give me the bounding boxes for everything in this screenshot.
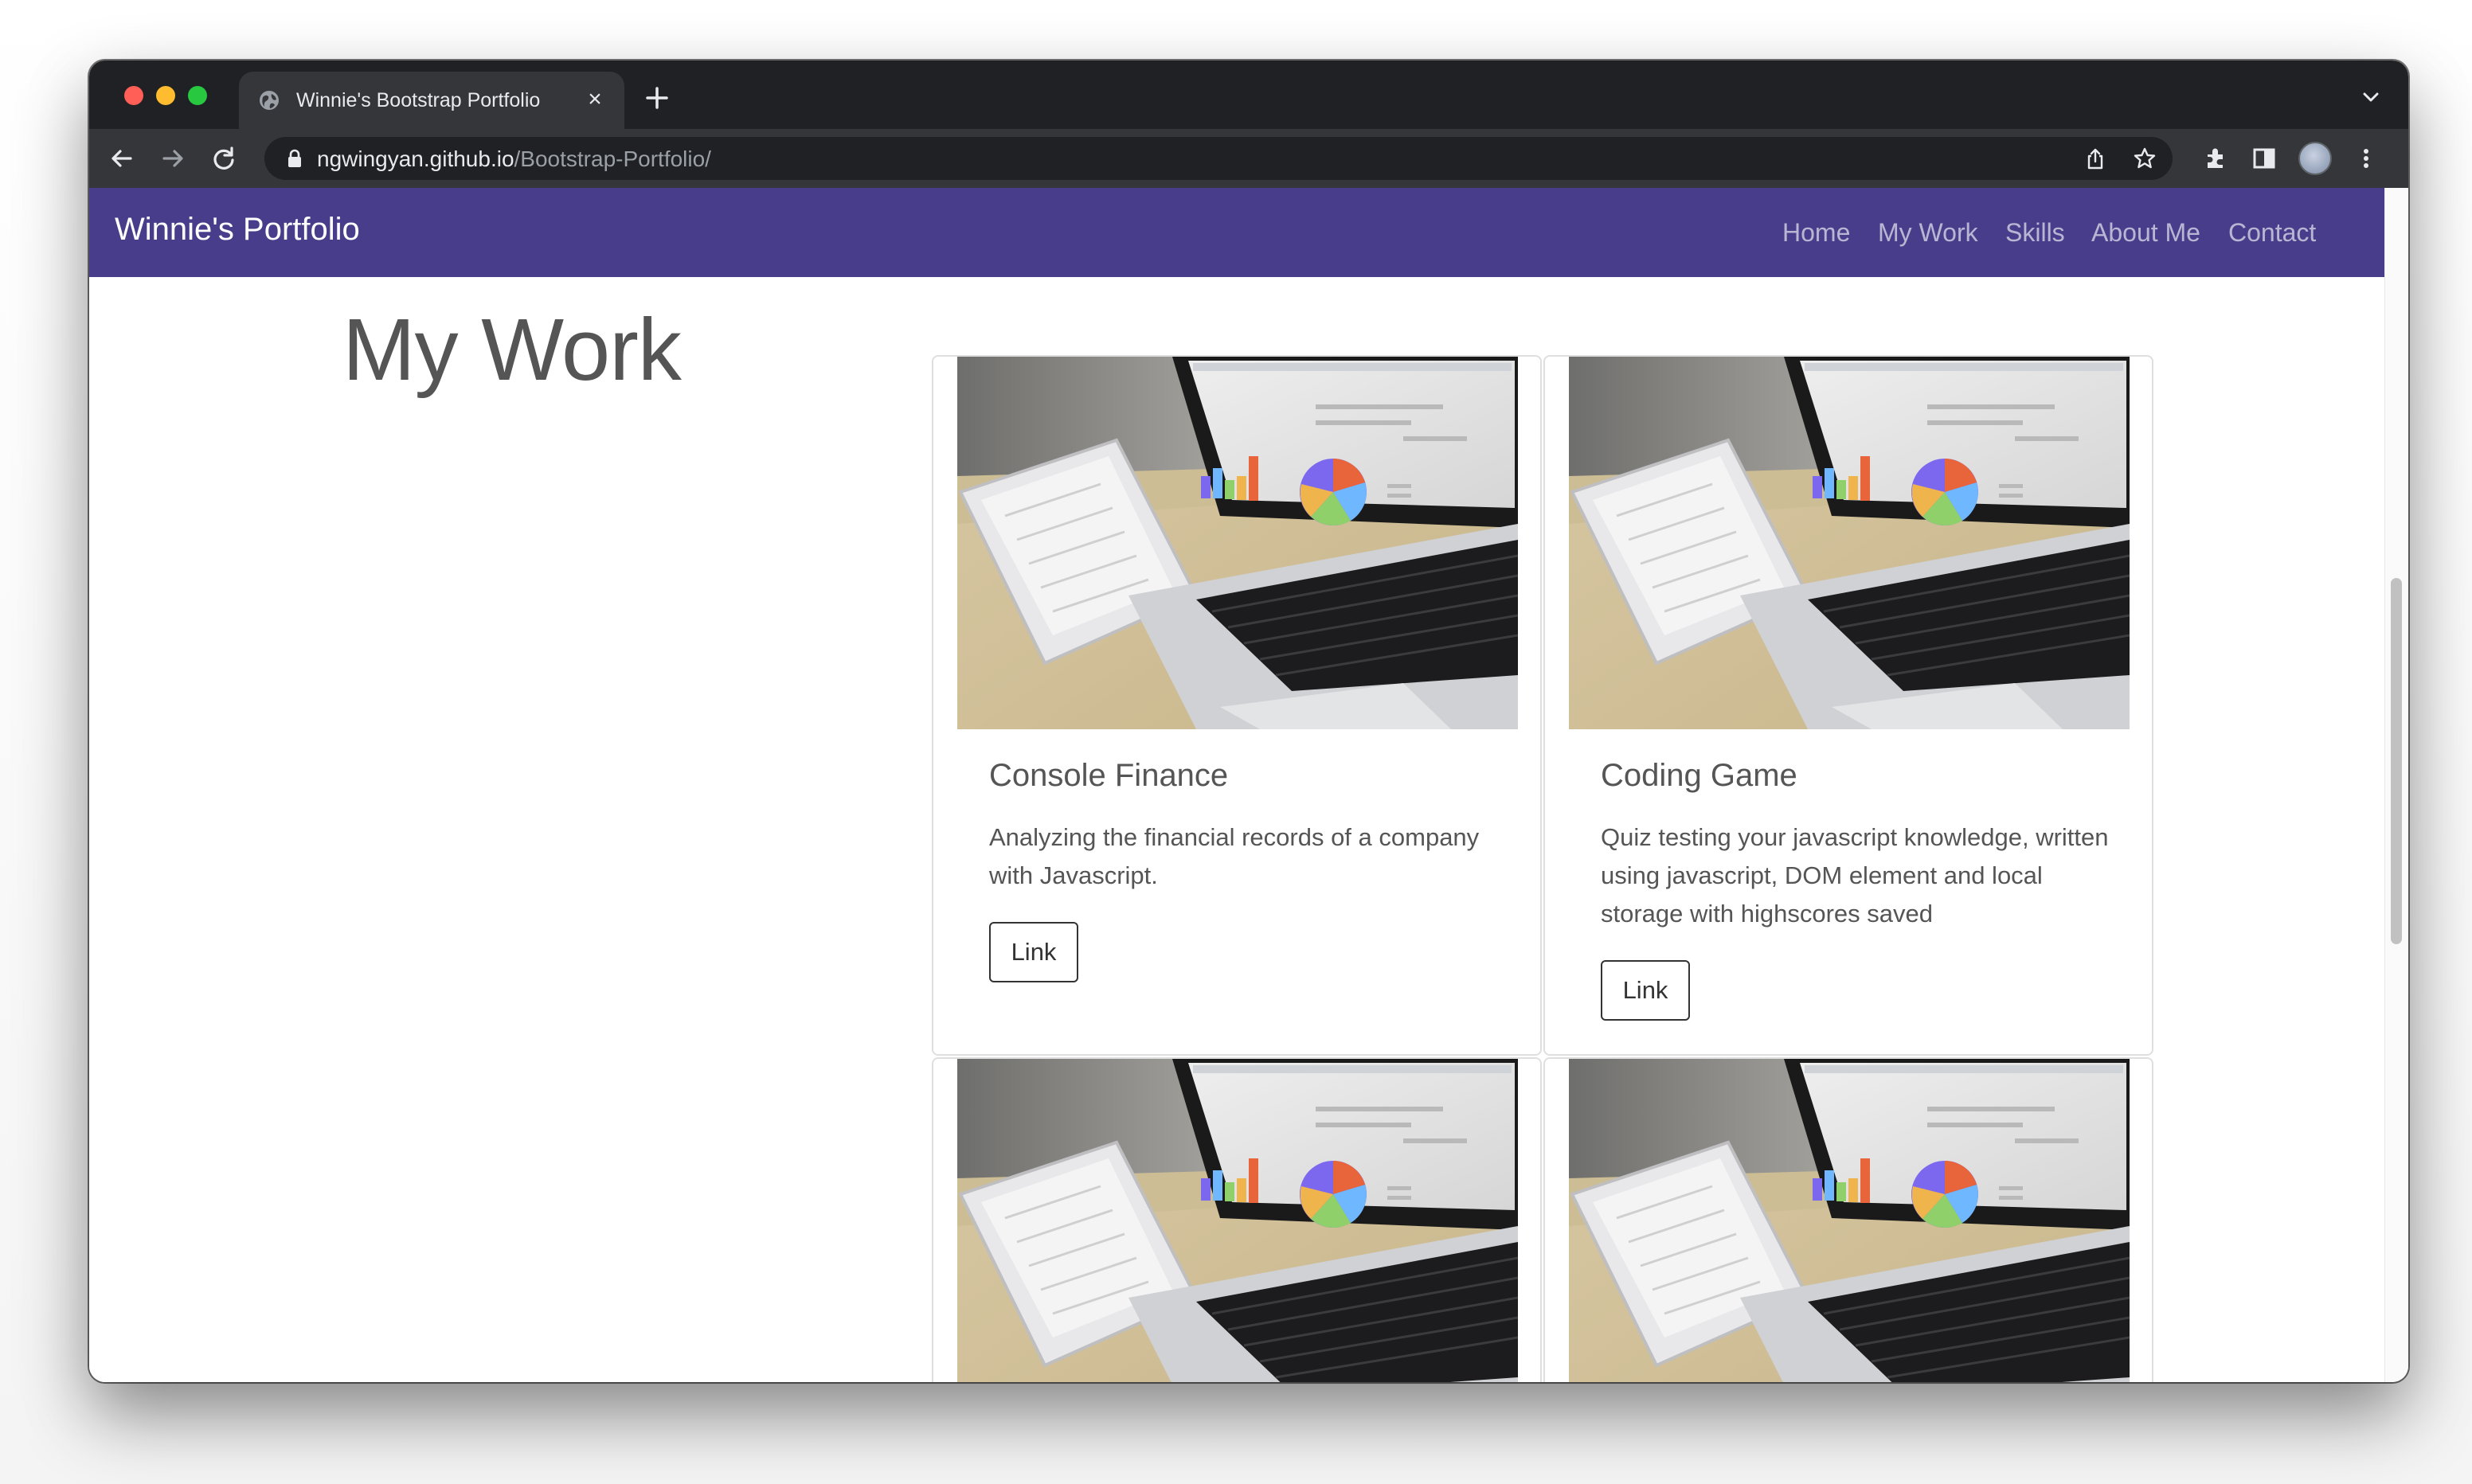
profile-avatar[interactable] bbox=[2298, 142, 2332, 175]
globe-icon bbox=[260, 91, 279, 110]
site-navbar: Winnie's Portfolio Home My Work Skills A… bbox=[89, 188, 2384, 277]
nav-link-skills[interactable]: Skills bbox=[2005, 218, 2065, 248]
nav-link-home[interactable]: Home bbox=[1782, 218, 1850, 248]
desktop-background: Winnie's Bootstrap Portfolio × ngwingyan… bbox=[0, 0, 2472, 1484]
nav-link-about-me[interactable]: About Me bbox=[2091, 218, 2200, 248]
maximize-window-button[interactable] bbox=[188, 86, 207, 105]
back-icon[interactable] bbox=[107, 143, 137, 174]
project-card bbox=[1543, 1057, 2153, 1382]
browser-window: Winnie's Bootstrap Portfolio × ngwingyan… bbox=[89, 61, 2408, 1382]
project-image bbox=[957, 357, 1518, 729]
share-icon[interactable] bbox=[2083, 146, 2107, 170]
new-tab-icon[interactable] bbox=[643, 84, 671, 111]
url-path: /Bootstrap-Portfolio/ bbox=[514, 146, 711, 171]
forward-icon[interactable] bbox=[158, 143, 188, 174]
card-title: Coding Game bbox=[1601, 758, 1797, 793]
project-image bbox=[1569, 357, 2130, 729]
card-text: Analyzing the financial records of a com… bbox=[989, 823, 1480, 889]
side-panel-icon[interactable] bbox=[2249, 143, 2279, 174]
bookmark-star-icon[interactable] bbox=[2133, 146, 2157, 170]
nav-link-my-work[interactable]: My Work bbox=[1878, 218, 1978, 248]
reload-icon[interactable] bbox=[209, 143, 239, 174]
page-scrollbar-thumb[interactable] bbox=[2391, 578, 2402, 944]
browser-toolbar: ngwingyan.github.io/Bootstrap-Portfolio/ bbox=[89, 129, 2408, 188]
address-bar[interactable]: ngwingyan.github.io/Bootstrap-Portfolio/ bbox=[264, 137, 2173, 180]
page-viewport: Winnie's Portfolio Home My Work Skills A… bbox=[89, 188, 2384, 1382]
section-title: My Work bbox=[342, 301, 682, 399]
project-card-console-finance: Console Finance Analyzing the financial … bbox=[932, 355, 1542, 1056]
close-window-button[interactable] bbox=[124, 86, 143, 105]
card-text: Quiz testing your javascript knowledge, … bbox=[1601, 823, 2109, 928]
tab-title: Winnie's Bootstrap Portfolio bbox=[296, 89, 541, 111]
more-menu-icon[interactable] bbox=[2351, 143, 2381, 174]
project-card bbox=[932, 1057, 1542, 1382]
project-card-coding-game: Coding Game Quiz testing your javascript… bbox=[1543, 355, 2153, 1056]
tab-close-icon[interactable]: × bbox=[583, 88, 607, 111]
url-host: ngwingyan.github.io bbox=[317, 146, 514, 171]
lock-icon[interactable] bbox=[287, 149, 303, 168]
minimize-window-button[interactable] bbox=[156, 86, 175, 105]
nav-link-contact[interactable]: Contact bbox=[2228, 218, 2316, 248]
tab-search-icon[interactable] bbox=[2361, 89, 2381, 105]
navbar-brand[interactable]: Winnie's Portfolio bbox=[115, 212, 360, 248]
card-link-button[interactable]: Link bbox=[1601, 960, 1690, 1021]
project-image bbox=[1569, 1059, 2130, 1382]
card-link-button[interactable]: Link bbox=[989, 922, 1078, 982]
project-image bbox=[957, 1059, 1518, 1382]
browser-tab[interactable]: Winnie's Bootstrap Portfolio × bbox=[239, 72, 624, 129]
url-text[interactable]: ngwingyan.github.io/Bootstrap-Portfolio/ bbox=[317, 146, 711, 172]
extensions-icon[interactable] bbox=[2201, 143, 2231, 174]
card-title: Console Finance bbox=[989, 758, 1229, 793]
browser-titlebar: Winnie's Bootstrap Portfolio × bbox=[89, 61, 2408, 129]
